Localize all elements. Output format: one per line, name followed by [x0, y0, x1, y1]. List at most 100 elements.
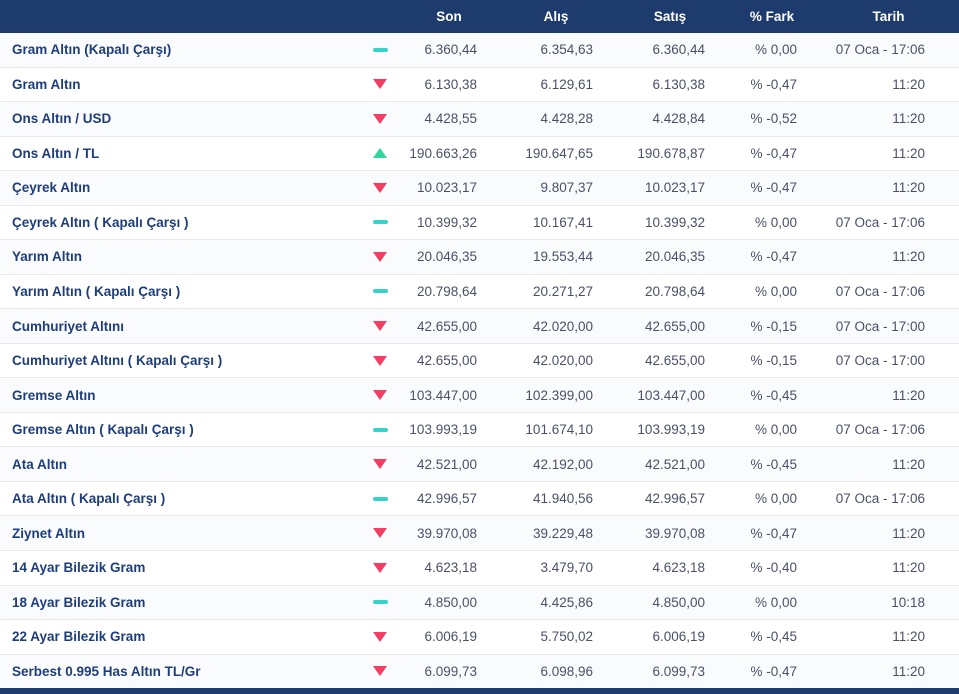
trend-down-icon	[373, 321, 387, 332]
cell-tarih: 11:20	[892, 180, 925, 196]
cell-fark: % -0,45	[750, 629, 797, 645]
instrument-name: 22 Ayar Bilezik Gram	[12, 629, 146, 645]
trend-indicator-cell	[360, 355, 400, 366]
cell-alis: 101.674,10	[525, 422, 593, 438]
trend-down-icon	[373, 79, 387, 90]
cell-satis: 103.447,00	[637, 387, 705, 403]
cell-fark: % -0,40	[750, 560, 797, 576]
cell-satis: 42.655,00	[644, 353, 705, 369]
gold-prices-table: Son Alış Satış % Fark Tarih Gram Altın (…	[0, 0, 959, 694]
trend-indicator-cell	[360, 666, 400, 677]
cell-son: 20.046,35	[416, 249, 477, 265]
cell-fark: % -0,47	[750, 249, 797, 265]
instrument-name: Ziynet Altın	[12, 525, 85, 541]
cell-satis: 4.623,18	[652, 560, 705, 576]
instrument-name: Serbest 0.995 Has Altın TL/Gr	[12, 663, 201, 679]
table-row[interactable]: 14 Ayar Bilezik Gram 4.623,18 3.479,70 4.62…	[0, 550, 959, 586]
table-row[interactable]: Ata Altın 42.521,00 42.192,00 42.521,00 % -0…	[0, 447, 959, 482]
table-row[interactable]: Cumhuriyet Altını 42.655,00 42.020,00 42.65…	[0, 309, 959, 344]
column-header-son: Son	[436, 9, 462, 24]
cell-tarih: 07 Oca - 17:00	[835, 353, 925, 369]
cell-alis: 20.271,27	[532, 283, 593, 299]
trend-up-icon	[373, 148, 387, 159]
trend-indicator-cell	[360, 182, 400, 193]
table-row[interactable]: Ons Altın / TL 190.663,26 190.647,65 190.67…	[0, 136, 959, 172]
instrument-name: Gremse Altın ( Kapalı Çarşı )	[12, 422, 194, 438]
trend-down-icon	[373, 390, 387, 401]
instrument-name: Yarım Altın	[12, 249, 83, 265]
table-row[interactable]: Yarım Altın 20.046,35 19.553,44 20.046,35 % …	[0, 240, 959, 275]
trend-indicator-cell	[360, 251, 400, 262]
column-header-fark: % Fark	[749, 9, 795, 24]
trend-indicator-cell	[360, 390, 400, 401]
trend-indicator-cell	[360, 148, 400, 159]
trend-flat-icon	[372, 289, 388, 294]
cell-son: 20.798,64	[416, 283, 477, 299]
cell-satis: 42.655,00	[644, 318, 705, 334]
cell-satis: 103.993,19	[637, 422, 705, 438]
cell-satis: 42.996,57	[644, 491, 705, 507]
instrument-name: Cumhuriyet Altını	[12, 318, 125, 334]
cell-alis: 6.354,63	[540, 42, 593, 58]
table-header: Son Alış Satış % Fark Tarih	[0, 0, 959, 33]
table-row[interactable]: Çeyrek Altın ( Kapalı Çarşı ) 10.399,32 10…	[0, 205, 959, 241]
cell-son: 6.360,44	[424, 42, 477, 58]
table-footer-bar	[0, 688, 959, 694]
instrument-name: Çeyrek Altın ( Kapalı Çarşı )	[12, 214, 189, 230]
trend-down-icon	[373, 113, 387, 124]
cell-son: 42.655,00	[416, 318, 477, 334]
cell-tarih: 11:20	[892, 629, 925, 645]
table-row[interactable]: Ata Altın ( Kapalı Çarşı ) 42.996,57 41.94…	[0, 481, 959, 517]
cell-tarih: 07 Oca - 17:06	[835, 491, 925, 507]
table-row[interactable]: Yarım Altın ( Kapalı Çarşı ) 20.798,64 20.…	[0, 274, 959, 310]
instrument-name: Ons Altın / TL	[12, 145, 100, 161]
cell-tarih: 07 Oca - 17:06	[835, 422, 925, 438]
table-row[interactable]: Ziynet Altın 39.970,08 39.229,48 39.970,08%…	[0, 516, 959, 551]
trend-indicator-cell	[360, 459, 400, 470]
cell-son: 103.993,19	[409, 422, 477, 438]
cell-tarih: 10:18	[891, 594, 925, 610]
cell-tarih: 11:20	[892, 525, 925, 541]
table-row[interactable]: 22 Ayar Bilezik Gram 6.006,19 5.750,02 6.00…	[0, 620, 959, 655]
table-row[interactable]: Gram Altın (Kapalı Çarşı) 6.360,44 6.354,6…	[0, 33, 959, 68]
cell-fark: % 0,00	[754, 422, 797, 438]
table-row[interactable]: Çeyrek Altın 10.023,17 9.807,37 10.023,17 % …	[0, 171, 959, 206]
instrument-name: Gremse Altın	[12, 387, 96, 403]
cell-son: 103.447,00	[409, 387, 477, 403]
trend-down-icon	[373, 631, 387, 642]
trend-indicator-cell	[360, 562, 400, 573]
cell-son: 42.655,00	[416, 353, 477, 369]
table-row[interactable]: Ons Altın / USD 4.428,55 4.428,28 4.428,84%…	[0, 102, 959, 137]
column-header-tarih: Tarih	[872, 9, 905, 24]
cell-alis: 190.647,65	[525, 145, 593, 161]
cell-son: 6.130,38	[424, 76, 477, 92]
trend-down-icon	[373, 251, 387, 262]
cell-fark: % -0,47	[750, 180, 797, 196]
cell-son: 6.099,73	[424, 663, 477, 679]
cell-alis: 9.807,37	[540, 180, 593, 196]
trend-down-icon	[373, 528, 387, 539]
cell-son: 4.623,18	[424, 560, 477, 576]
cell-son: 10.399,32	[416, 214, 477, 230]
cell-tarih: 11:20	[892, 456, 925, 472]
cell-tarih: 11:20	[892, 663, 925, 679]
instrument-name: Cumhuriyet Altını ( Kapalı Çarşı )	[12, 353, 223, 369]
cell-fark: % -0,15	[750, 318, 797, 334]
instrument-name: 18 Ayar Bilezik Gram	[12, 594, 146, 610]
column-header-satis: Satış	[653, 9, 687, 24]
cell-fark: % -0,45	[750, 456, 797, 472]
table-row[interactable]: Gremse Altın 103.447,00 102.399,00 103.447,…	[0, 378, 959, 413]
trend-indicator-cell	[360, 600, 400, 605]
instrument-name: Gram Altın (Kapalı Çarşı)	[12, 42, 172, 58]
table-row[interactable]: Gram Altın 6.130,38 6.129,61 6.130,38 % -0,4…	[0, 67, 959, 103]
table-row[interactable]: Gremse Altın ( Kapalı Çarşı ) 103.993,19 1…	[0, 412, 959, 448]
trend-flat-icon	[372, 220, 388, 225]
cell-satis: 6.006,19	[652, 629, 705, 645]
table-row[interactable]: 18 Ayar Bilezik Gram 4.850,00 4.425,86 4.85…	[0, 585, 959, 621]
trend-indicator-cell	[360, 47, 400, 52]
table-row[interactable]: Serbest 0.995 Has Altın TL/Gr 6.099,73 6.0…	[0, 654, 959, 689]
trend-down-icon	[373, 355, 387, 366]
cell-alis: 3.479,70	[540, 560, 593, 576]
table-row[interactable]: Cumhuriyet Altını ( Kapalı Çarşı ) 42.655…	[0, 343, 959, 379]
cell-tarih: 11:20	[892, 145, 925, 161]
